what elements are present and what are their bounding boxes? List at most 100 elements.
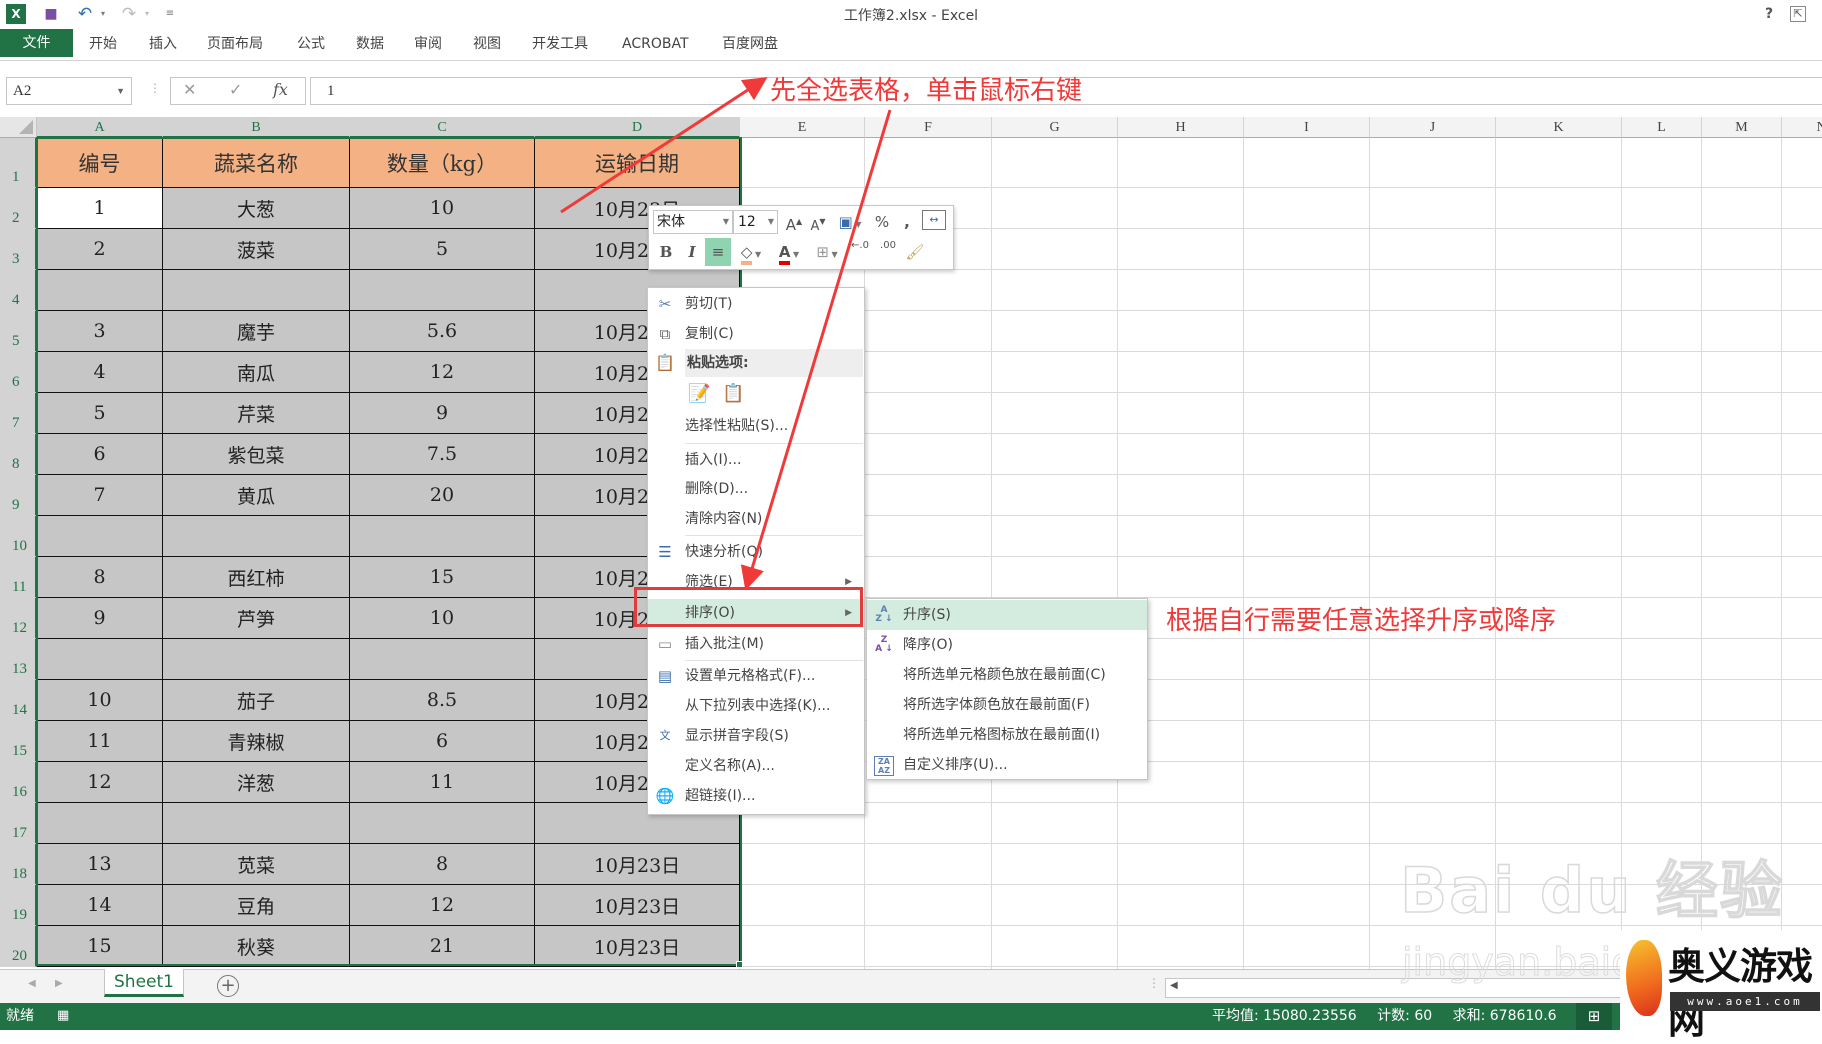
column-header-i[interactable]: I bbox=[1244, 117, 1370, 138]
column-header-l[interactable]: L bbox=[1622, 117, 1702, 138]
header-cell[interactable]: 蔬菜名称 bbox=[163, 138, 350, 188]
data-cell[interactable]: 10 bbox=[350, 598, 535, 639]
data-cell[interactable] bbox=[37, 270, 163, 311]
row-header-14[interactable]: 14 bbox=[0, 680, 37, 721]
font-color-button[interactable]: A ▼ bbox=[773, 240, 805, 265]
row-header-9[interactable]: 9 bbox=[0, 475, 37, 516]
data-cell[interactable]: 豆角 bbox=[163, 885, 350, 926]
data-cell[interactable]: 13 bbox=[37, 844, 163, 885]
data-cell[interactable]: 秋葵 bbox=[163, 926, 350, 967]
tab-view[interactable]: 视图 bbox=[473, 32, 501, 56]
splitter-icon[interactable]: ⋮ bbox=[149, 81, 161, 95]
chevron-down-icon[interactable]: ▼ bbox=[116, 78, 125, 104]
font-name-select[interactable]: 宋体 ▼ bbox=[653, 210, 733, 234]
data-cell[interactable] bbox=[37, 516, 163, 557]
menu-item-insert[interactable]: 插入(I)... bbox=[648, 446, 864, 474]
menu-item-delete[interactable]: 删除(D)... bbox=[648, 475, 864, 503]
tab-developer[interactable]: 开发工具 bbox=[532, 32, 588, 56]
comma-button[interactable]: , bbox=[899, 210, 915, 234]
wrap-text-button[interactable]: ↔ bbox=[922, 210, 946, 230]
data-cell[interactable]: 3 bbox=[37, 311, 163, 352]
row-header-12[interactable]: 12 bbox=[0, 598, 37, 639]
data-cell[interactable] bbox=[350, 516, 535, 557]
row-header-10[interactable]: 10 bbox=[0, 516, 37, 557]
menu-item-pick-from-list[interactable]: 从下拉列表中选择(K)... bbox=[648, 692, 864, 720]
tab-acrobat[interactable]: ACROBAT bbox=[622, 32, 689, 56]
row-header-20[interactable]: 20 bbox=[0, 926, 37, 967]
row-header-5[interactable]: 5 bbox=[0, 311, 37, 352]
row-header-6[interactable]: 6 bbox=[0, 352, 37, 393]
italic-button[interactable]: I bbox=[681, 240, 703, 264]
data-cell[interactable]: 芹菜 bbox=[163, 393, 350, 434]
menu-item-define-name[interactable]: 定义名称(A)... bbox=[648, 752, 864, 780]
menu-item-sort-ascending[interactable]: AZ ↓ 升序(S) bbox=[867, 600, 1147, 630]
normal-view-icon[interactable]: ⊞ bbox=[1576, 1003, 1612, 1030]
accounting-format-button[interactable]: ▣ ▼ bbox=[835, 210, 865, 234]
data-cell[interactable]: 茄子 bbox=[163, 680, 350, 721]
data-cell[interactable]: 15 bbox=[350, 557, 535, 598]
fill-color-button[interactable]: ◇ ▼ bbox=[735, 240, 767, 265]
column-header-a[interactable]: A bbox=[37, 117, 163, 138]
fill-handle[interactable] bbox=[736, 961, 743, 968]
data-cell[interactable]: 10 bbox=[350, 188, 535, 229]
percent-button[interactable]: % bbox=[871, 210, 893, 234]
tab-page-layout[interactable]: 页面布局 bbox=[207, 32, 263, 56]
data-cell[interactable]: 7 bbox=[37, 475, 163, 516]
menu-item-cut[interactable]: ✂ 剪切(T) bbox=[648, 290, 864, 318]
data-cell[interactable]: 苋菜 bbox=[163, 844, 350, 885]
row-header-15[interactable]: 15 bbox=[0, 721, 37, 762]
row-header-19[interactable]: 19 bbox=[0, 885, 37, 926]
row-header-2[interactable]: 2 bbox=[0, 188, 37, 229]
row-header-13[interactable]: 13 bbox=[0, 639, 37, 680]
macro-record-icon[interactable]: ▦ bbox=[57, 1008, 73, 1024]
row-header-3[interactable]: 3 bbox=[0, 229, 37, 270]
data-cell[interactable]: 10月23日 bbox=[535, 885, 740, 926]
data-cell[interactable]: 6 bbox=[37, 434, 163, 475]
row-header-1[interactable]: 1 bbox=[0, 138, 37, 188]
data-cell[interactable]: 南瓜 bbox=[163, 352, 350, 393]
menu-item-phonetic[interactable]: 文 显示拼音字段(S) bbox=[648, 722, 864, 750]
name-box[interactable]: A2 ▼ bbox=[6, 77, 132, 105]
tab-baidu-netdisk[interactable]: 百度网盘 bbox=[722, 32, 778, 56]
data-cell[interactable]: 11 bbox=[350, 762, 535, 803]
data-cell[interactable]: 6 bbox=[350, 721, 535, 762]
ribbon-display-icon[interactable]: ⇱ bbox=[1790, 6, 1806, 22]
data-cell[interactable]: 10 bbox=[37, 680, 163, 721]
chevron-right-icon[interactable]: ▶ bbox=[55, 978, 63, 989]
data-cell[interactable]: 8 bbox=[350, 844, 535, 885]
data-cell[interactable] bbox=[163, 639, 350, 680]
increase-decimal-button[interactable]: ←.0 bbox=[847, 240, 873, 264]
column-header-d[interactable]: D bbox=[535, 117, 740, 138]
shrink-font-button[interactable]: A▼ bbox=[807, 210, 829, 234]
column-header-b[interactable]: B bbox=[163, 117, 350, 138]
data-cell[interactable]: 2 bbox=[37, 229, 163, 270]
data-cell[interactable]: 9 bbox=[37, 598, 163, 639]
tab-file[interactable]: 文件 bbox=[0, 29, 73, 57]
menu-item-quick-analysis[interactable]: ☰ 快速分析(Q) bbox=[648, 538, 864, 566]
data-cell[interactable]: 4 bbox=[37, 352, 163, 393]
data-cell[interactable]: 11 bbox=[37, 721, 163, 762]
data-cell[interactable] bbox=[350, 270, 535, 311]
data-cell[interactable]: 黄瓜 bbox=[163, 475, 350, 516]
data-cell[interactable] bbox=[350, 639, 535, 680]
column-header-f[interactable]: F bbox=[865, 117, 992, 138]
column-header-j[interactable]: J bbox=[1370, 117, 1496, 138]
data-cell[interactable] bbox=[37, 803, 163, 844]
tab-review[interactable]: 审阅 bbox=[414, 32, 442, 56]
font-size-select[interactable]: 12 ▼ bbox=[733, 210, 778, 234]
data-cell[interactable]: 12 bbox=[350, 352, 535, 393]
data-cell[interactable]: 5 bbox=[37, 393, 163, 434]
tab-data[interactable]: 数据 bbox=[356, 32, 384, 56]
row-header-4[interactable]: 4 bbox=[0, 270, 37, 311]
data-cell[interactable]: 8.5 bbox=[350, 680, 535, 721]
data-cell[interactable]: 魔芋 bbox=[163, 311, 350, 352]
header-cell[interactable]: 数量（kg） bbox=[350, 138, 535, 188]
scroll-left-icon[interactable]: ◀ bbox=[1170, 980, 1178, 991]
splitter-icon[interactable]: ⋮ bbox=[1148, 976, 1160, 990]
column-header-m[interactable]: M bbox=[1702, 117, 1782, 138]
data-cell[interactable]: 1 bbox=[37, 188, 163, 229]
data-cell[interactable] bbox=[350, 803, 535, 844]
chevron-left-icon[interactable]: ◀ bbox=[28, 978, 36, 989]
data-cell[interactable]: 21 bbox=[350, 926, 535, 967]
insert-function-icon[interactable]: fx bbox=[273, 80, 288, 99]
